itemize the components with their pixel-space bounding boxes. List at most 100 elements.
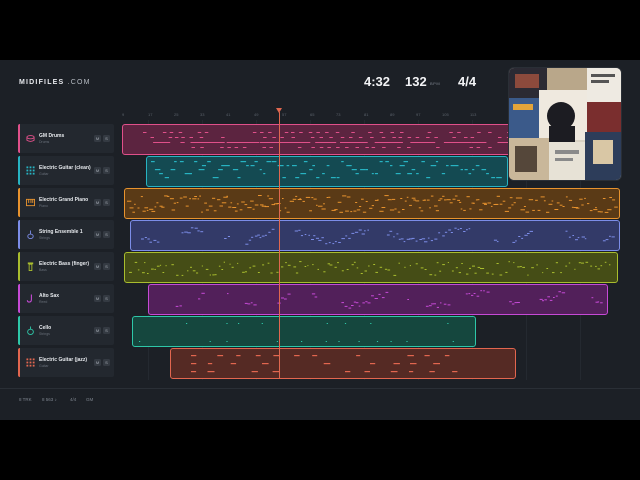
midi-note	[394, 208, 397, 210]
solo-button[interactable]: S	[103, 199, 110, 206]
midi-note	[142, 272, 145, 274]
solo-button[interactable]: S	[103, 263, 110, 270]
clip-electric-guitar-clean[interactable]	[146, 156, 508, 187]
midi-note	[409, 371, 414, 373]
midi-note	[465, 293, 468, 295]
midi-note	[379, 132, 384, 133]
clip-cello[interactable]	[132, 316, 476, 347]
midi-note	[185, 205, 189, 207]
clip-alto-sax[interactable]	[148, 284, 608, 315]
mute-button[interactable]: M	[94, 199, 101, 206]
midi-note	[460, 169, 463, 171]
midi-note	[190, 227, 194, 229]
midi-note	[504, 210, 509, 212]
clip-string-ensemble-1[interactable]	[130, 220, 620, 251]
brand-logo[interactable]: MIDIFILES .COM	[19, 79, 91, 86]
midi-note	[611, 236, 615, 238]
mute-button[interactable]: M	[94, 135, 101, 142]
clip-electric-guitar-jazz[interactable]	[170, 348, 516, 379]
midi-note	[187, 232, 191, 234]
solo-button[interactable]: S	[103, 167, 110, 174]
midi-note	[143, 132, 147, 133]
track-header-electric-bass-finger[interactable]: Electric Bass (finger) Bass M S	[18, 252, 114, 281]
midi-note	[300, 173, 307, 175]
track-header-cello[interactable]: Cello Strings M S	[18, 316, 114, 345]
midi-note	[129, 271, 132, 273]
playhead[interactable]	[279, 112, 280, 379]
midi-note	[192, 270, 196, 272]
track-name: Electric Bass (finger)	[39, 261, 90, 267]
ruler-tick: 105	[442, 112, 449, 117]
sax-icon	[26, 294, 32, 303]
solo-button[interactable]: S	[103, 295, 110, 302]
album-collage-image	[509, 68, 621, 180]
track-header-electric-guitar-jazz[interactable]: Electric Guitar (jazz) Guitar M S	[18, 348, 114, 377]
midi-note	[559, 204, 563, 206]
midi-note	[454, 227, 457, 229]
midi-note	[127, 200, 132, 202]
time-signature[interactable]: 4/4	[458, 74, 476, 89]
midi-note	[165, 265, 167, 267]
midi-note	[605, 239, 609, 241]
mute-button[interactable]: M	[94, 359, 101, 366]
midi-note	[385, 291, 389, 293]
midi-note	[258, 195, 262, 196]
midi-note	[395, 173, 401, 175]
midi-note	[597, 301, 600, 303]
track-color-stripe	[18, 188, 20, 217]
midi-note	[342, 195, 347, 197]
midi-note	[597, 211, 601, 213]
track-header-electric-grand-piano[interactable]: Electric Grand Piano Piano M S	[18, 188, 114, 217]
midi-note	[191, 147, 195, 148]
midi-note	[464, 137, 468, 138]
clip-electric-grand-piano[interactable]	[124, 188, 620, 219]
midi-note	[425, 305, 429, 307]
midi-note	[316, 132, 320, 133]
midi-note	[469, 208, 472, 210]
track-header-gm-drums[interactable]: GM Drums Drums M S	[18, 124, 114, 153]
midi-note	[389, 230, 393, 232]
midi-note	[407, 137, 412, 138]
midi-note	[346, 269, 349, 270]
midi-note	[438, 232, 441, 234]
mute-button[interactable]: M	[94, 327, 101, 334]
mute-button[interactable]: M	[94, 263, 101, 270]
midi-note	[325, 341, 327, 342]
midi-note	[371, 173, 374, 175]
midi-note	[438, 199, 441, 201]
solo-button[interactable]: S	[103, 135, 110, 142]
mute-button[interactable]: M	[94, 167, 101, 174]
midi-note	[433, 303, 436, 305]
midi-note	[398, 137, 403, 138]
solo-button[interactable]: S	[103, 327, 110, 334]
track-header-string-ensemble-1[interactable]: String Ensemble 1 Strings M S	[18, 220, 114, 249]
midi-note	[207, 371, 215, 373]
mute-button[interactable]: M	[94, 231, 101, 238]
midi-note	[205, 268, 209, 270]
track-header-alto-sax[interactable]: Alto Sax Reed M S	[18, 284, 114, 313]
midi-note	[407, 173, 412, 175]
midi-note	[293, 266, 297, 268]
track-header-electric-guitar-clean[interactable]: Electric Guitar (clean) Guitar M S	[18, 156, 114, 185]
midi-note	[584, 197, 586, 199]
midi-note	[244, 302, 248, 304]
midi-note	[149, 208, 154, 210]
midi-note	[171, 264, 174, 266]
midi-note	[174, 161, 177, 163]
midi-note	[595, 265, 597, 267]
midi-note	[174, 137, 179, 138]
midi-note	[281, 297, 284, 299]
solo-button[interactable]: S	[103, 231, 110, 238]
clip-electric-bass-finger[interactable]	[124, 252, 618, 283]
midi-note	[196, 272, 199, 274]
midi-note	[579, 198, 583, 200]
mute-button[interactable]: M	[94, 295, 101, 302]
midi-note	[294, 355, 300, 357]
midi-note	[291, 137, 295, 138]
solo-button[interactable]: S	[103, 359, 110, 366]
midi-note	[348, 237, 351, 239]
tempo-bpm[interactable]: 132	[405, 74, 427, 89]
midi-note	[441, 173, 446, 175]
midi-note	[137, 207, 140, 209]
track-name: Electric Guitar (jazz)	[39, 357, 88, 363]
